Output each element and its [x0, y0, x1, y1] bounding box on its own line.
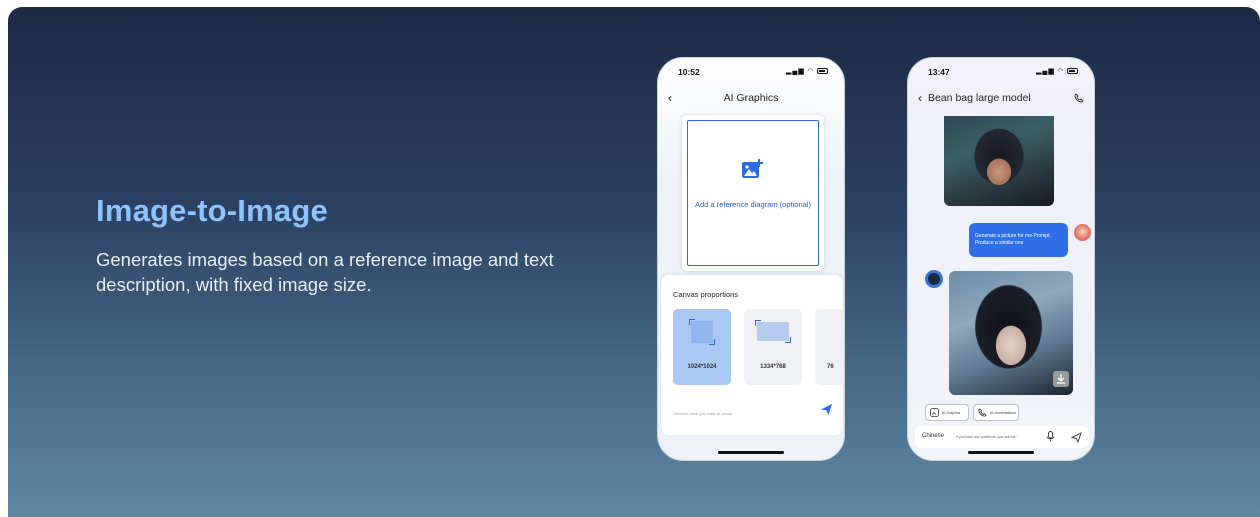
image-icon: [930, 408, 939, 417]
ratio-option-partial[interactable]: 76: [815, 309, 844, 385]
chip-label: AI conversations: [990, 411, 1016, 415]
ai-graphics-chip[interactable]: AI Graphics: [925, 404, 969, 421]
canvas-proportions-panel: Canvas proportions 1024*1024 1334*768 76…: [661, 275, 844, 435]
ratio-option-1334[interactable]: 1334*768: [744, 309, 802, 385]
nav-bar: ‹ AI Graphics: [658, 91, 844, 109]
ratio-label: 76: [827, 364, 834, 370]
landscape-frame-icon: [755, 320, 791, 343]
status-time: 10:52: [678, 67, 700, 77]
ratio-option-1024[interactable]: 1024*1024: [673, 309, 731, 385]
reference-upload-area[interactable]: Add a reference diagram (optional): [687, 120, 819, 266]
bot-avatar-icon: [925, 270, 943, 288]
status-bar: 13:47 ▂▄▆ ◠: [908, 67, 1094, 81]
send-icon[interactable]: [1071, 432, 1082, 443]
phone-ai-graphics: 10:52 ▂▄▆ ◠ ‹ AI Graphics Add a referenc…: [657, 57, 845, 461]
phone-call-icon[interactable]: [1074, 93, 1084, 103]
canvas-title: Canvas proportions: [673, 290, 739, 299]
signal-wifi-battery-icon: ▂▄▆ ◠: [786, 67, 828, 75]
download-icon[interactable]: [1053, 371, 1069, 387]
back-icon[interactable]: ‹: [918, 91, 922, 105]
prompt-input[interactable]: Describe what you want to create: [673, 411, 732, 416]
hero-description: Generates images based on a reference im…: [96, 249, 554, 295]
home-indicator: [968, 451, 1034, 454]
hero-title: Image-to-Image: [96, 193, 328, 228]
chat-title: Bean bag large model: [928, 92, 1031, 104]
hero-banner: Image-to-Image Generates images based on…: [8, 7, 1260, 517]
square-frame-icon: [689, 319, 715, 345]
status-time: 13:47: [928, 67, 950, 77]
chat-input[interactable]: If you have any questions, just ask me~: [956, 435, 1017, 439]
user-message-bubble: Generate a picture for me Prompt: Produc…: [969, 223, 1068, 257]
chip-label: AI Graphics: [942, 411, 961, 415]
send-icon[interactable]: [820, 403, 833, 416]
microphone-icon[interactable]: [1045, 431, 1056, 442]
phone-call-icon: [978, 408, 987, 417]
signal-wifi-battery-icon: ▂▄▆ ◠: [1036, 67, 1078, 75]
reference-label: Add a reference diagram (optional): [695, 200, 811, 209]
generated-image-previous[interactable]: [944, 116, 1054, 206]
ratio-label: 1334*768: [760, 364, 786, 370]
language-toggle[interactable]: Chinese: [922, 433, 944, 439]
ai-conversations-chip[interactable]: AI conversations: [973, 404, 1019, 421]
nav-bar: ‹ Bean bag large model: [908, 91, 1094, 109]
home-indicator: [718, 451, 784, 454]
chat-input-bar: Chinese If you have any questions, just …: [915, 426, 1089, 448]
user-avatar: [1074, 224, 1091, 241]
reference-upload-card[interactable]: Add a reference diagram (optional): [682, 115, 824, 271]
status-bar: 10:52 ▂▄▆ ◠: [658, 67, 844, 81]
page-title: AI Graphics: [723, 92, 779, 104]
add-image-icon: [742, 159, 763, 178]
phone-chat: 13:47 ▂▄▆ ◠ ‹ Bean bag large model Gener…: [907, 57, 1095, 461]
ratio-label: 1024*1024: [687, 364, 717, 370]
